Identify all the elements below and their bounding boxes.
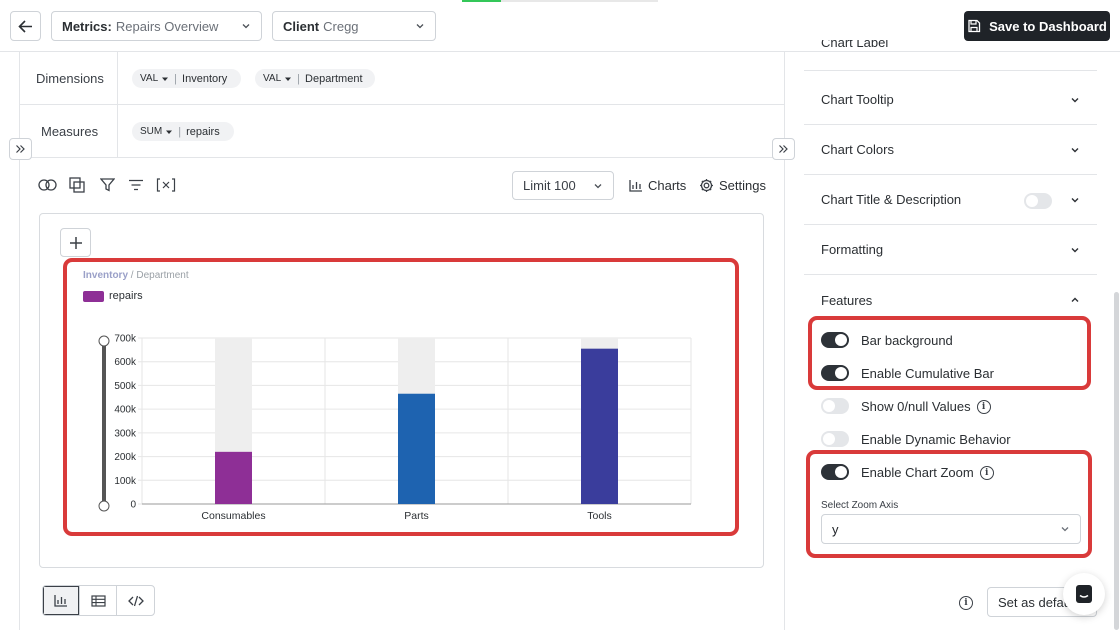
measure-pill-repairs[interactable]: SUM | repairs (132, 122, 234, 141)
client-select[interactable]: Client Cregg (272, 11, 436, 41)
arrow-left-icon (18, 19, 32, 33)
panel-scrollbar[interactable] (1114, 292, 1119, 630)
measure-agg: SUM (140, 126, 163, 137)
chevron-up-icon (1071, 297, 1079, 302)
settings-label: Settings (719, 178, 766, 193)
info-icon[interactable]: i (976, 399, 991, 414)
charts-button[interactable]: Charts (629, 178, 686, 193)
metrics-select[interactable]: Metrics: Repairs Overview (51, 11, 262, 41)
table-icon (90, 594, 106, 607)
feature-label-text: Show 0/null Values (861, 399, 971, 414)
chevron-down-icon (242, 24, 250, 29)
client-select-label: Client (283, 18, 320, 34)
copy-layers-icon[interactable] (67, 176, 87, 194)
section-chart-tooltip[interactable]: Chart Tooltip (804, 75, 1097, 125)
bar-chart-icon (54, 595, 67, 607)
metrics-select-value: Repairs Overview (115, 18, 219, 34)
dynamic-behavior-toggle[interactable] (821, 431, 849, 447)
chart-label-title: Chart Label (821, 40, 889, 50)
expand-right-panel-button[interactable] (772, 138, 795, 160)
feature-label-text: Enable Dynamic Behavior (861, 432, 1011, 447)
dimension-pill-department[interactable]: VAL | Department (255, 69, 375, 88)
panel-divider (804, 70, 1097, 71)
chart-view-button[interactable] (43, 586, 80, 615)
dimension-pill-inventory[interactable]: VAL | Inventory (132, 69, 241, 88)
show-null-values-label: Show 0/null Values i (861, 399, 991, 414)
query-row-divider (19, 104, 784, 105)
section-chart-title-description[interactable]: Chart Title & Description (804, 175, 1097, 225)
dimensions-label: Dimensions (36, 71, 104, 86)
limit-value: Limit 100 (523, 178, 576, 193)
toggle-knob (823, 400, 835, 412)
chevron-down-icon (594, 183, 602, 188)
variable-icon[interactable] (155, 176, 177, 194)
highlight-chart-annotation (63, 258, 739, 536)
dimension-agg: VAL (263, 73, 282, 84)
client-select-value: Cregg (323, 18, 359, 34)
highlight-features-annotation (808, 316, 1091, 390)
chevron-down-icon (1071, 197, 1079, 202)
floppy-disk-icon (968, 19, 981, 33)
measure-field: repairs (186, 125, 220, 138)
chevron-down-icon (1071, 247, 1079, 252)
join-icon[interactable] (37, 176, 57, 194)
double-chevron-right-icon (16, 145, 25, 153)
chevron-down-icon (416, 24, 424, 29)
section-title: Chart Tooltip (821, 92, 894, 107)
table-view-button[interactable] (80, 586, 117, 615)
query-bottom-divider (19, 157, 784, 158)
section-chart-colors[interactable]: Chart Colors (804, 125, 1097, 175)
caret-down-icon (285, 77, 292, 81)
chat-launcher-button[interactable] (1063, 573, 1105, 615)
plus-icon (69, 236, 82, 249)
view-mode-toggle (42, 585, 155, 616)
expand-left-panel-button[interactable] (9, 138, 32, 160)
settings-button[interactable]: Settings (699, 178, 766, 193)
dimension-field: Inventory (182, 72, 228, 85)
section-formatting[interactable]: Formatting (804, 225, 1097, 275)
chevron-down-icon (1071, 147, 1079, 152)
section-title: Formatting (821, 242, 884, 257)
chart-label-section-partial[interactable]: Chart Label (821, 40, 1081, 52)
code-view-button[interactable] (117, 586, 154, 615)
chart-title-toggle[interactable] (1024, 193, 1052, 209)
measures-label: Measures (41, 124, 99, 139)
toggle-knob (823, 433, 835, 445)
metrics-select-label: Metrics: (62, 18, 112, 34)
double-chevron-right-icon (779, 145, 788, 153)
show-null-values-toggle[interactable] (821, 398, 849, 414)
loading-progress-bar (462, 0, 658, 2)
filter-icon[interactable] (97, 176, 117, 194)
toggle-knob (1026, 195, 1038, 207)
caret-down-icon (162, 77, 169, 81)
code-icon (127, 595, 144, 606)
save-button-label: Save to Dashboard (989, 18, 1107, 34)
caret-down-icon (166, 130, 173, 134)
gear-icon (700, 179, 713, 192)
bar-chart-icon (629, 180, 642, 192)
dynamic-behavior-label: Enable Dynamic Behavior (861, 432, 1011, 447)
dimension-agg: VAL (140, 73, 159, 84)
highlight-zoom-annotation (806, 450, 1092, 558)
charts-label: Charts (648, 178, 687, 193)
add-chart-button[interactable] (60, 228, 91, 257)
limit-select[interactable]: Limit 100 (512, 171, 614, 200)
info-icon[interactable]: i (959, 596, 973, 610)
dimension-field: Department (305, 72, 363, 85)
section-title: Chart Colors (821, 142, 894, 157)
back-button[interactable] (10, 11, 41, 41)
chevron-down-icon (1071, 97, 1079, 102)
section-title: Features (821, 292, 873, 308)
chat-icon (1076, 585, 1092, 603)
save-to-dashboard-button[interactable]: Save to Dashboard (964, 11, 1110, 41)
progress-fill (462, 0, 502, 2)
sort-icon[interactable] (126, 176, 146, 194)
